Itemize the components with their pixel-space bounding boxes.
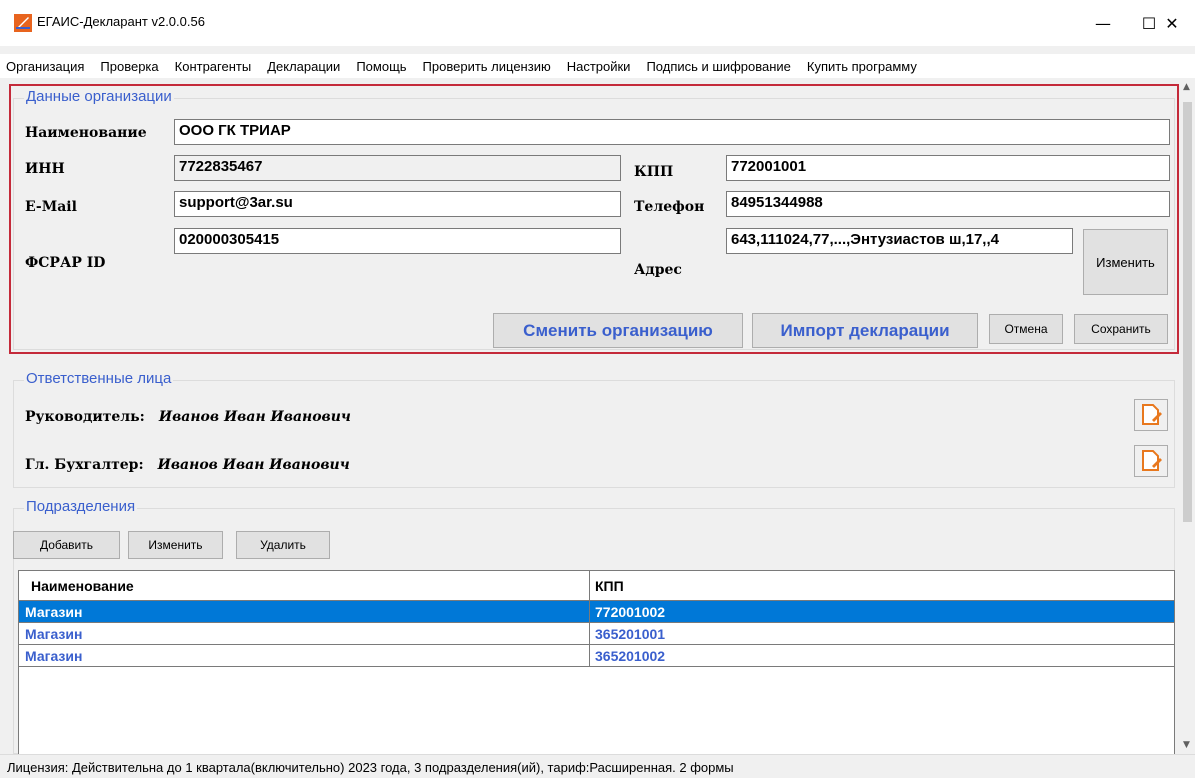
table-header: Наименование КПП: [19, 571, 1174, 601]
phone-label: Телефон: [634, 199, 705, 215]
column-header-kpp[interactable]: КПП: [595, 578, 624, 594]
kpp-field[interactable]: 772001001: [726, 155, 1170, 181]
kpp-label: КПП: [634, 164, 674, 180]
fsrar-id-label: ФСРАР ID: [25, 255, 106, 271]
fsrar-id-field[interactable]: 020000305415: [174, 228, 621, 254]
director-name: Иванов Иван Иванович: [158, 409, 351, 425]
import-declaration-button[interactable]: Импорт декларации: [752, 313, 978, 348]
app-window: ЕГАИС-Декларант v2.0.0.56 — ☐ ✕ Организа…: [0, 0, 1195, 778]
accountant-row: Гл. Бухгалтер: Иванов Иван Иванович: [25, 457, 350, 473]
edit-division-button[interactable]: Изменить: [128, 531, 223, 559]
close-button[interactable]: ✕: [1149, 0, 1195, 46]
change-address-button[interactable]: Изменить: [1083, 229, 1168, 295]
inn-label: ИНН: [25, 161, 65, 177]
table-row[interactable]: Магазин 365201001: [19, 623, 1174, 645]
accountant-label: Гл. Бухгалтер:: [25, 457, 144, 473]
email-field[interactable]: support@3ar.su: [174, 191, 621, 217]
menu-item-buy[interactable]: Купить программу: [799, 59, 925, 74]
menu-item-help[interactable]: Помощь: [348, 59, 414, 74]
table-row[interactable]: Магазин 772001002: [19, 601, 1174, 623]
menu-item-contractors[interactable]: Контрагенты: [167, 59, 260, 74]
add-division-button[interactable]: Добавить: [13, 531, 120, 559]
name-field[interactable]: ООО ГК ТРИАР: [174, 119, 1170, 145]
responsible-legend: Ответственные лица: [24, 370, 174, 387]
vertical-scrollbar[interactable]: ▲ ▼: [1180, 78, 1195, 754]
address-label: Адрес: [634, 262, 682, 278]
save-button[interactable]: Сохранить: [1074, 314, 1168, 344]
edit-document-icon: [1142, 450, 1162, 471]
row-name: Магазин: [25, 604, 83, 620]
divisions-table[interactable]: Наименование КПП Магазин 772001002 Магаз…: [18, 570, 1175, 770]
row-name: Магазин: [25, 648, 83, 664]
scroll-up-icon[interactable]: ▲: [1183, 82, 1190, 92]
app-logo-icon: [14, 14, 32, 32]
scroll-down-icon[interactable]: ▼: [1183, 740, 1190, 750]
menu-item-signature[interactable]: Подпись и шифрование: [638, 59, 798, 74]
column-header-name[interactable]: Наименование: [31, 578, 134, 594]
row-kpp: 365201001: [595, 626, 666, 642]
row-kpp: 772001002: [595, 604, 666, 620]
divisions-legend: Подразделения: [24, 498, 138, 515]
menu-item-declarations[interactable]: Декларации: [259, 59, 348, 74]
menu-item-settings[interactable]: Настройки: [559, 59, 639, 74]
director-row: Руководитель: Иванов Иван Иванович: [25, 409, 351, 425]
cancel-button[interactable]: Отмена: [989, 314, 1063, 344]
table-row[interactable]: Магазин 365201002: [19, 645, 1174, 667]
delete-division-button[interactable]: Удалить: [236, 531, 330, 559]
phone-field[interactable]: 84951344988: [726, 191, 1170, 217]
name-label: Наименование: [25, 125, 147, 141]
switch-organization-button[interactable]: Сменить организацию: [493, 313, 743, 348]
status-bar: Лицензия: Действительна до 1 квартала(вк…: [0, 754, 1195, 778]
address-field[interactable]: 643,111024,77,...,Энтузиастов ш,17,,4: [726, 228, 1073, 254]
column-separator: [589, 571, 590, 667]
edit-director-button[interactable]: [1134, 399, 1168, 431]
window-title: ЕГАИС-Декларант v2.0.0.56: [37, 14, 205, 29]
license-status-text: Лицензия: Действительна до 1 квартала(вк…: [7, 760, 734, 775]
menu-item-organization[interactable]: Организация: [0, 59, 92, 74]
title-bar[interactable]: ЕГАИС-Декларант v2.0.0.56 — ☐ ✕: [0, 0, 1195, 46]
row-name: Магазин: [25, 626, 83, 642]
minimize-button[interactable]: —: [1080, 0, 1126, 46]
inn-field[interactable]: 7722835467: [174, 155, 621, 181]
scrollbar-thumb[interactable]: [1183, 102, 1192, 522]
edit-document-icon: [1142, 404, 1162, 425]
menu-item-check[interactable]: Проверка: [92, 59, 166, 74]
edit-accountant-button[interactable]: [1134, 445, 1168, 477]
email-label: E-Mail: [25, 199, 77, 215]
menu-item-check-license[interactable]: Проверить лицензию: [415, 59, 559, 74]
organization-legend: Данные организации: [24, 88, 174, 105]
director-label: Руководитель:: [25, 409, 145, 425]
menu-bar: Организация Проверка Контрагенты Деклара…: [0, 54, 1195, 78]
row-kpp: 365201002: [595, 648, 666, 664]
accountant-name: Иванов Иван Иванович: [157, 457, 350, 473]
